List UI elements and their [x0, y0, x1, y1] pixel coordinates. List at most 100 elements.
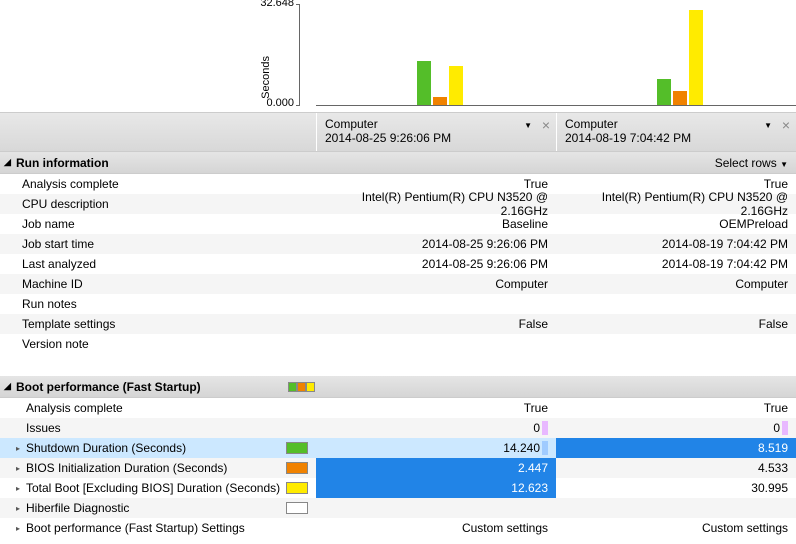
row-value-1: Baseline	[316, 214, 556, 234]
row-value-2: 2014-08-19 7:04:42 PM	[556, 254, 796, 274]
row-value-2: OEMPreload	[556, 214, 796, 234]
row-label: Last analyzed	[22, 257, 316, 271]
chart-col-2	[556, 0, 796, 106]
column-header-2[interactable]: Computer 2014-08-19 7:04:42 PM ▼ ×	[556, 113, 796, 151]
table-row[interactable]: ▸Boot performance (Fast Startup) Setting…	[0, 518, 796, 538]
row-label-cell: ▸Total Boot [Excluding BIOS] Duration (S…	[0, 478, 316, 498]
row-label: Job start time	[22, 237, 316, 251]
row-label-cell: Machine ID	[0, 274, 316, 294]
table-row[interactable]: ▸Total Boot [Excluding BIOS] Duration (S…	[0, 478, 796, 498]
row-value-2: Computer	[556, 274, 796, 294]
row-label: Template settings	[22, 317, 316, 331]
column-subtitle: 2014-08-19 7:04:42 PM	[565, 131, 788, 145]
row-value-1: 14.240	[316, 438, 556, 458]
expand-icon[interactable]: ▸	[16, 504, 26, 513]
color-swatch	[286, 482, 308, 494]
expand-icon[interactable]: ▸	[16, 444, 26, 453]
row-value-1: Custom settings	[316, 518, 556, 538]
section-run-information-body: Analysis completeTrueTrueCPU description…	[0, 174, 796, 354]
table-row[interactable]: Template settingsFalseFalse	[0, 314, 796, 334]
row-label-cell: Last analyzed	[0, 254, 316, 274]
row-value-2	[556, 294, 796, 314]
expand-icon[interactable]: ▸	[16, 484, 26, 493]
chart-y-axis: Seconds 32.648 0.000	[0, 0, 316, 112]
row-label: Run notes	[22, 297, 316, 311]
bar-bios-1	[433, 97, 447, 105]
table-row[interactable]: Job start time2014-08-25 9:26:06 PM2014-…	[0, 234, 796, 254]
bar-bios-2	[673, 91, 687, 105]
row-label: BIOS Initialization Duration (Seconds)	[26, 461, 286, 475]
row-label-cell: Analysis complete	[0, 174, 316, 194]
row-label-cell: ▸BIOS Initialization Duration (Seconds)	[0, 458, 316, 478]
section-run-information-header[interactable]: ◢ Run information Select rows ▼	[0, 152, 796, 174]
row-label-cell: Job name	[0, 214, 316, 234]
select-rows-dropdown[interactable]: Select rows ▼	[715, 156, 796, 170]
table-row[interactable]: Version note	[0, 334, 796, 354]
row-label: Version note	[22, 337, 316, 351]
table-row[interactable]: ▸Shutdown Duration (Seconds)14.2408.519	[0, 438, 796, 458]
section-boot-performance-header[interactable]: ◢ Boot performance (Fast Startup)	[0, 376, 796, 398]
row-value-1: Computer	[316, 274, 556, 294]
color-swatch	[286, 502, 308, 514]
section-boot-performance-body: Analysis completeTrueTrueIssues00▸Shutdo…	[0, 398, 796, 538]
row-value-2: 4.533	[556, 458, 796, 478]
row-label: Boot performance (Fast Startup) Settings	[26, 521, 316, 535]
table-row[interactable]: CPU descriptionIntel(R) Pentium(R) CPU N…	[0, 194, 796, 214]
y-tick-min: 0.000	[266, 97, 294, 109]
dropdown-icon[interactable]: ▼	[764, 121, 772, 130]
column-headers: Computer 2014-08-25 9:26:06 PM ▼ × Compu…	[0, 112, 796, 152]
table-row[interactable]: Issues00	[0, 418, 796, 438]
row-label-cell: ▸Boot performance (Fast Startup) Setting…	[0, 518, 316, 538]
row-value-2: True	[556, 398, 796, 418]
column-subtitle: 2014-08-25 9:26:06 PM	[325, 131, 548, 145]
chart-area: Seconds 32.648 0.000	[0, 0, 796, 112]
section-title: Run information	[14, 156, 715, 170]
y-axis-label: Seconds	[260, 56, 272, 99]
row-value-2: Custom settings	[556, 518, 796, 538]
row-value-1	[316, 334, 556, 354]
row-label-cell: ▸Shutdown Duration (Seconds)	[0, 438, 316, 458]
row-value-1: 2.447	[316, 458, 556, 478]
row-label: Shutdown Duration (Seconds)	[26, 441, 286, 455]
column-name: Computer	[325, 117, 548, 131]
row-value-2: Intel(R) Pentium(R) CPU N3520 @ 2.16GHz	[556, 194, 796, 214]
expand-icon[interactable]: ▸	[16, 464, 26, 473]
dropdown-icon[interactable]: ▼	[524, 121, 532, 130]
row-value-2	[556, 498, 796, 518]
expand-icon[interactable]: ▸	[16, 524, 26, 533]
table-row[interactable]: Job nameBaselineOEMPreload	[0, 214, 796, 234]
row-label: Machine ID	[22, 277, 316, 291]
row-value-1: True	[316, 398, 556, 418]
table-row[interactable]: Machine IDComputerComputer	[0, 274, 796, 294]
bar-boot-2	[689, 10, 703, 105]
row-label-cell: Template settings	[0, 314, 316, 334]
collapse-icon[interactable]: ◢	[4, 157, 14, 168]
table-row[interactable]: ▸BIOS Initialization Duration (Seconds)2…	[0, 458, 796, 478]
table-row[interactable]: Run notes	[0, 294, 796, 314]
row-label: Job name	[22, 217, 316, 231]
row-value-2	[556, 334, 796, 354]
table-row[interactable]: Last analyzed2014-08-25 9:26:06 PM2014-0…	[0, 254, 796, 274]
y-tick-max: 32.648	[260, 0, 294, 9]
row-value-1: 2014-08-25 9:26:06 PM	[316, 234, 556, 254]
row-value-1: 2014-08-25 9:26:06 PM	[316, 254, 556, 274]
bar-shutdown-1	[417, 61, 431, 105]
row-label-cell: CPU description	[0, 194, 316, 214]
table-row[interactable]: Analysis completeTrueTrue	[0, 398, 796, 418]
color-swatch	[286, 462, 308, 474]
column-header-1[interactable]: Computer 2014-08-25 9:26:06 PM ▼ ×	[316, 113, 556, 151]
row-label-cell: Issues	[0, 418, 316, 438]
collapse-icon[interactable]: ◢	[4, 381, 14, 392]
row-label: Issues	[26, 421, 316, 435]
close-icon[interactable]: ×	[542, 117, 550, 133]
legend-swatches	[288, 382, 316, 392]
close-icon[interactable]: ×	[782, 117, 790, 133]
color-swatch	[286, 442, 308, 454]
row-value-1: Intel(R) Pentium(R) CPU N3520 @ 2.16GHz	[316, 194, 556, 214]
row-label-cell: Job start time	[0, 234, 316, 254]
table-row[interactable]: ▸Hiberfile Diagnostic	[0, 498, 796, 518]
row-label: Total Boot [Excluding BIOS] Duration (Se…	[26, 481, 286, 495]
row-value-1: 0	[316, 418, 556, 438]
row-label: Analysis complete	[22, 177, 316, 191]
row-label: Analysis complete	[26, 401, 316, 415]
